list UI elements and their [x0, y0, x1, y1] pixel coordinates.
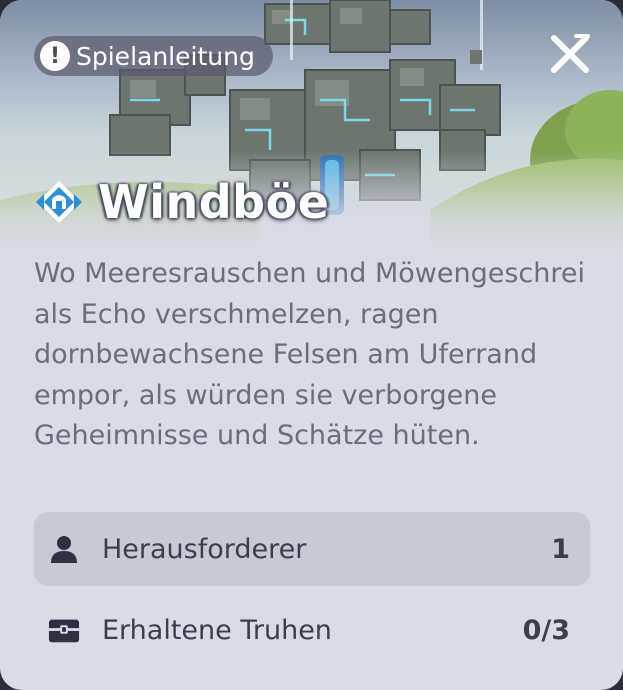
domain-info-panel: ! Spielanleitung Windböe Wo Meeresrausch… — [0, 0, 623, 690]
domain-description: Wo Meeresrauschen und Möwengeschrei als … — [34, 258, 585, 451]
domain-title-row: Windböe — [34, 172, 329, 232]
stat-label: Erhaltene Truhen — [102, 614, 332, 646]
person-icon — [48, 533, 80, 565]
stat-row-chests: Erhaltene Truhen 0/3 — [34, 593, 590, 667]
close-button[interactable] — [546, 30, 594, 78]
domain-title: Windböe — [98, 175, 330, 229]
domain-gate-icon — [36, 181, 82, 223]
stat-value: 0/3 — [522, 614, 570, 646]
exclamation-icon: ! — [40, 41, 70, 71]
game-guide-button[interactable]: ! Spielanleitung — [34, 36, 273, 76]
stat-row-challengers: Herausforderer 1 — [34, 512, 590, 586]
chest-icon — [48, 614, 80, 646]
stat-value: 1 — [551, 533, 570, 565]
stat-label: Herausforderer — [102, 533, 307, 565]
game-guide-label: Spielanleitung — [76, 41, 255, 71]
close-icon — [551, 34, 590, 73]
